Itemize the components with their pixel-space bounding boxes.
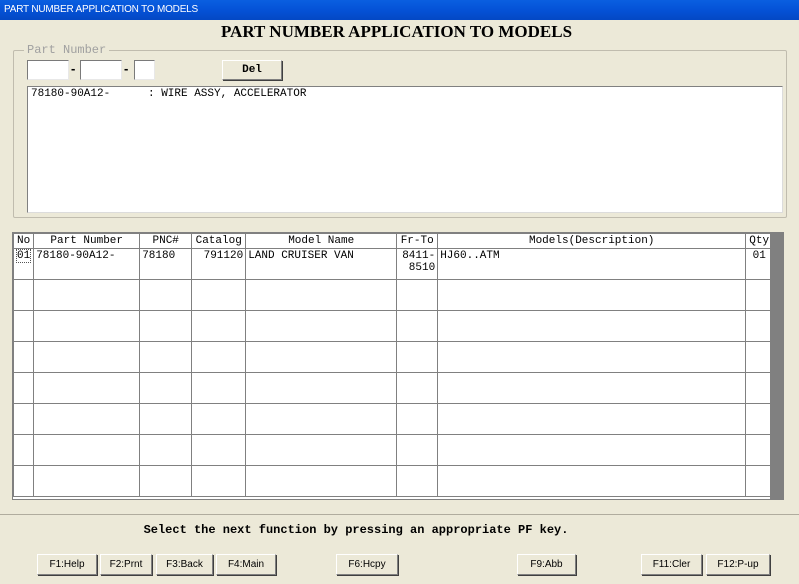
f9-abbreviation-button[interactable]: F9:Abb: [517, 554, 576, 575]
f12-page-up-button[interactable]: F12:P-up: [706, 554, 770, 575]
col-header-model-name: Model Name: [245, 233, 398, 249]
row-number: 01: [16, 249, 32, 263]
col-header-part-number: Part Number: [33, 233, 141, 249]
col-header-fr-to: Fr-To: [396, 233, 439, 249]
models-table: No Part Number PNC# Catalog Model Name F…: [12, 233, 774, 497]
f1-help-button[interactable]: F1:Help: [37, 554, 97, 575]
part-number-field-3[interactable]: [134, 60, 155, 80]
table-row: [12, 310, 774, 342]
cell-models-description: HJ60..ATM: [437, 248, 747, 280]
cell-catalog: 791120: [191, 248, 247, 280]
col-header-no: No: [12, 233, 35, 249]
col-header-models-description: Models(Description): [437, 233, 747, 249]
cell-fr-to: 8411- 8510: [396, 248, 439, 280]
part-description-line[interactable]: 78180-90A12- : WIRE ASSY, ACCELERATOR: [31, 88, 779, 100]
cell-no[interactable]: 01: [12, 248, 35, 280]
table-row[interactable]: 01 78180-90A12- 78180 791120 LAND CRUISE…: [12, 248, 774, 280]
f11-clear-button[interactable]: F11:Cler: [641, 554, 702, 575]
part-number-separator-1: -: [71, 61, 76, 76]
part-number-field-1[interactable]: [27, 60, 69, 80]
part-description-area[interactable]: 78180-90A12- : WIRE ASSY, ACCELERATOR: [27, 86, 783, 213]
cell-qty: 01: [745, 248, 774, 280]
col-header-pnc: PNC#: [139, 233, 193, 249]
cell-pnc: 78180: [139, 248, 193, 280]
cell-fr: 8411-: [402, 250, 436, 262]
f3-back-button[interactable]: F3:Back: [156, 554, 213, 575]
page-title: PART NUMBER APPLICATION TO MODELS: [220, 22, 573, 41]
col-header-qty: Qty: [745, 233, 774, 249]
table-row: [12, 341, 774, 373]
part-number-field-2[interactable]: [80, 60, 122, 80]
f4-main-button[interactable]: F4:Main: [216, 554, 276, 575]
del-button[interactable]: Del: [222, 60, 282, 80]
window-titlebar: PART NUMBER APPLICATION TO MODELS: [0, 0, 799, 20]
table-row: [12, 465, 774, 497]
cell-to: 8510: [408, 262, 436, 274]
result-description: : WIRE ASSY, ACCELERATOR: [148, 88, 307, 100]
table-header-row: No Part Number PNC# Catalog Model Name F…: [12, 233, 774, 249]
f2-print-button[interactable]: F2:Prnt: [100, 554, 152, 575]
part-number-separator-2: -: [124, 61, 129, 76]
table-row: [12, 403, 774, 435]
cell-model-name: LAND CRUISER VAN: [245, 248, 398, 280]
table-row: [12, 372, 774, 404]
table-row: [12, 279, 774, 311]
cell-part-number: 78180-90A12-: [33, 248, 141, 280]
part-number-legend: Part Number: [24, 43, 110, 57]
col-header-catalog: Catalog: [191, 233, 247, 249]
result-part-number: 78180-90A12-: [31, 88, 111, 100]
table-row: [12, 434, 774, 466]
models-grid: No Part Number PNC# Catalog Model Name F…: [12, 232, 784, 500]
f6-hardcopy-button[interactable]: F6:Hcpy: [336, 554, 398, 575]
grid-scrollbar[interactable]: [770, 233, 783, 499]
status-message: Select the next function by pressing an …: [143, 523, 569, 537]
